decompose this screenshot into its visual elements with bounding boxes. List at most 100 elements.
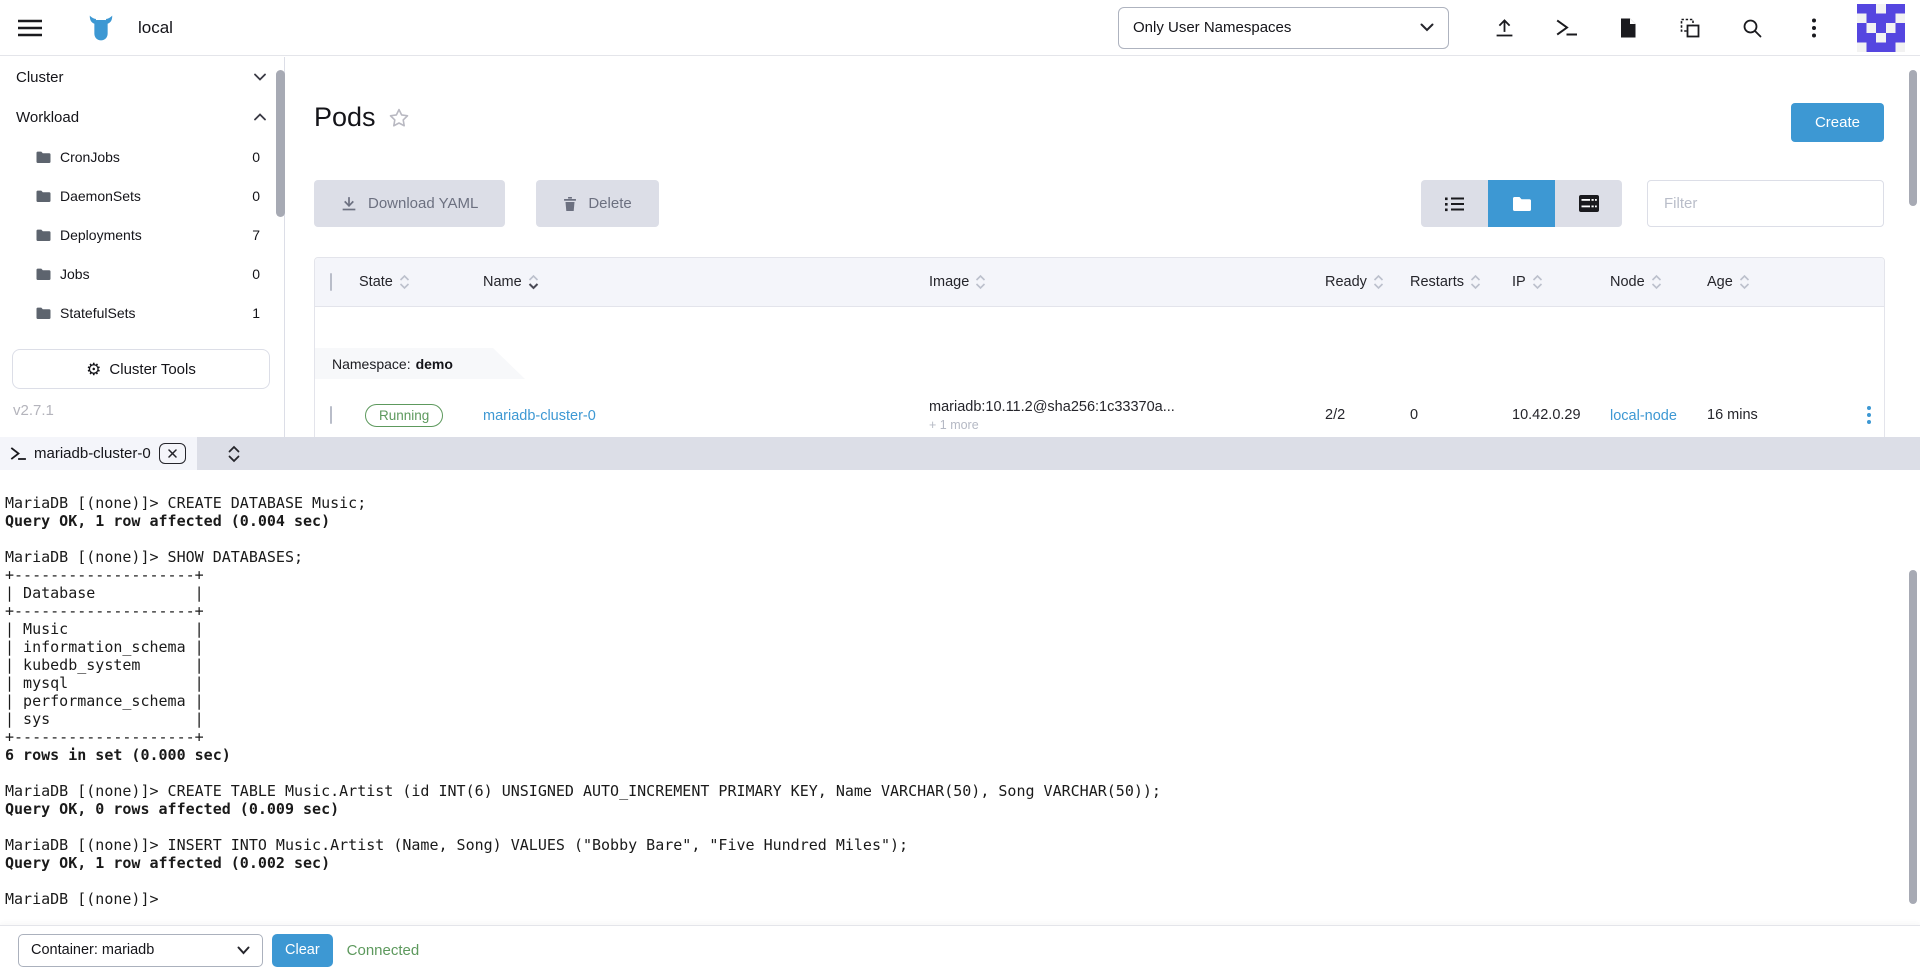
sort-icon[interactable] bbox=[528, 273, 539, 291]
sidebar-item-statefulsets[interactable]: StatefulSets1 bbox=[0, 293, 284, 332]
column-label: Name bbox=[483, 274, 522, 290]
folder-icon bbox=[36, 268, 51, 280]
terminal-line: 6 rows in set (0.000 sec) bbox=[5, 746, 1915, 764]
shell-footer: Container: mariadb Clear Connected bbox=[0, 925, 1920, 974]
terminal-line: +--------------------+ bbox=[5, 728, 1915, 746]
version-label: v2.7.1 bbox=[13, 402, 54, 419]
search-icon[interactable] bbox=[1721, 7, 1783, 49]
container-select[interactable]: Container: mariadb bbox=[18, 934, 263, 967]
sidebar-section-label: Workload bbox=[16, 109, 79, 126]
sidebar-item-deployments[interactable]: Deployments7 bbox=[0, 215, 284, 254]
close-icon[interactable] bbox=[159, 443, 186, 464]
filter-input[interactable] bbox=[1647, 180, 1884, 227]
column-label: Restarts bbox=[1410, 274, 1464, 290]
status-badge: Running bbox=[365, 404, 443, 427]
sort-icon[interactable] bbox=[1470, 273, 1481, 291]
terminal-scrollbar[interactable] bbox=[1909, 570, 1917, 904]
sort-icon[interactable] bbox=[1532, 273, 1543, 291]
shell-tab[interactable]: mariadb-cluster-0 bbox=[0, 437, 197, 470]
table-body: Runningmariadb-cluster-0mariadb:10.11.2@… bbox=[315, 379, 1884, 437]
sort-icon[interactable] bbox=[399, 273, 410, 291]
namespace-filter-dropdown[interactable]: Only User Namespaces bbox=[1118, 7, 1449, 49]
pod-ip: 10.42.0.29 bbox=[1512, 407, 1610, 423]
column-header-age[interactable]: Age bbox=[1707, 273, 1852, 291]
connection-status: Connected bbox=[347, 942, 420, 959]
column-header-restarts[interactable]: Restarts bbox=[1410, 273, 1512, 291]
column-header-image[interactable]: Image bbox=[929, 273, 1325, 291]
kubectl-shell-icon[interactable] bbox=[1535, 7, 1597, 49]
sidebar-item-label: Deployments bbox=[60, 227, 142, 243]
select-all-checkbox[interactable] bbox=[330, 273, 332, 291]
namespace-group-row: Namespace: demo bbox=[315, 348, 1884, 379]
column-header-state[interactable]: State bbox=[359, 273, 483, 291]
namespace-group-label: Namespace: bbox=[332, 356, 411, 372]
column-label: Ready bbox=[1325, 274, 1367, 290]
sidebar-item-label: StatefulSets bbox=[60, 305, 136, 321]
clear-button[interactable]: Clear bbox=[272, 934, 333, 967]
sidebar-item-count: 0 bbox=[252, 149, 260, 165]
column-label: IP bbox=[1512, 274, 1526, 290]
folder-icon bbox=[36, 151, 51, 163]
node-link[interactable]: local-node bbox=[1610, 408, 1677, 424]
terminal-line: +--------------------+ bbox=[5, 602, 1915, 620]
row-actions-kebab-icon[interactable] bbox=[1852, 406, 1886, 424]
header-checkbox-cell bbox=[315, 274, 359, 290]
sidebar-item-label: DaemonSets bbox=[60, 188, 141, 204]
rancher-cluster-logo[interactable] bbox=[86, 13, 116, 43]
sidebar-item-jobs[interactable]: Jobs0 bbox=[0, 254, 284, 293]
terminal-line: MariaDB [(none)]> SHOW DATABASES; bbox=[5, 548, 1915, 566]
favorite-star-icon[interactable] bbox=[388, 107, 410, 129]
sort-icon[interactable] bbox=[1651, 273, 1662, 291]
terminal-line bbox=[5, 818, 1915, 836]
sidebar-scrollbar[interactable] bbox=[276, 70, 285, 217]
hamburger-menu-icon[interactable] bbox=[18, 19, 42, 37]
main-scrollbar[interactable] bbox=[1909, 70, 1917, 206]
pod-ready: 2/2 bbox=[1325, 407, 1410, 423]
terminal-line: MariaDB [(none)]> bbox=[5, 890, 1915, 908]
pod-age: 16 mins bbox=[1707, 407, 1852, 423]
download-yaml-button[interactable]: Download YAML bbox=[314, 180, 505, 227]
column-header-ready[interactable]: Ready bbox=[1325, 273, 1410, 291]
page-title: Pods bbox=[314, 102, 376, 133]
gear-icon: ⚙ bbox=[86, 361, 101, 378]
sidebar-section-cluster[interactable]: Cluster bbox=[0, 57, 284, 97]
row-checkbox[interactable] bbox=[330, 406, 332, 424]
user-avatar[interactable] bbox=[1857, 4, 1905, 52]
folder-icon bbox=[36, 229, 51, 241]
shell-panel: mariadb-cluster-0 MariaDB [(none)]> CREA… bbox=[0, 437, 1920, 974]
cluster-tools-label: Cluster Tools bbox=[109, 361, 195, 378]
column-header-node[interactable]: Node bbox=[1610, 273, 1707, 291]
table-row: Runningmariadb-cluster-0mariadb:10.11.2@… bbox=[315, 379, 1884, 437]
terminal-line: MariaDB [(none)]> INSERT INTO Music.Arti… bbox=[5, 836, 1915, 854]
sidebar-item-cronjobs[interactable]: CronJobs0 bbox=[0, 137, 284, 176]
sort-icon[interactable] bbox=[975, 273, 986, 291]
view-list-button[interactable] bbox=[1421, 180, 1488, 227]
view-grouped-button[interactable] bbox=[1488, 180, 1555, 227]
namespace-filter-value: Only User Namespaces bbox=[1133, 19, 1291, 36]
docs-icon[interactable] bbox=[1597, 7, 1659, 49]
import-yaml-icon[interactable] bbox=[1659, 7, 1721, 49]
column-header-name[interactable]: Name bbox=[483, 273, 929, 291]
delete-button[interactable]: Delete bbox=[536, 180, 658, 227]
cluster-tools-button[interactable]: ⚙ Cluster Tools bbox=[12, 349, 270, 389]
kebab-menu-icon[interactable] bbox=[1783, 7, 1845, 49]
chevron-down-icon bbox=[254, 73, 266, 81]
view-table-button[interactable] bbox=[1555, 180, 1622, 227]
sort-icon[interactable] bbox=[1739, 273, 1750, 291]
terminal-output[interactable]: MariaDB [(none)]> CREATE DATABASE Music;… bbox=[0, 470, 1920, 925]
sort-icon[interactable] bbox=[1373, 273, 1384, 291]
panel-resize-handle[interactable] bbox=[197, 437, 272, 470]
column-header-ip[interactable]: IP bbox=[1512, 273, 1610, 291]
sidebar-item-daemonsets[interactable]: DaemonSets0 bbox=[0, 176, 284, 215]
table-header: StateName ImageReady Restarts IP NodeAge bbox=[315, 258, 1884, 307]
terminal-line: Query OK, 0 rows affected (0.009 sec) bbox=[5, 800, 1915, 818]
terminal-line: | kubedb_system | bbox=[5, 656, 1915, 674]
sidebar-section-workload[interactable]: Workload bbox=[0, 97, 284, 137]
pod-name-link[interactable]: mariadb-cluster-0 bbox=[483, 408, 596, 424]
chevron-up-icon bbox=[254, 113, 266, 121]
create-button[interactable]: Create bbox=[1791, 103, 1884, 142]
upload-icon[interactable] bbox=[1473, 7, 1535, 49]
pods-table: StateName ImageReady Restarts IP NodeAge Nam… bbox=[314, 257, 1885, 437]
terminal-line bbox=[5, 764, 1915, 782]
column-label: Age bbox=[1707, 274, 1733, 290]
